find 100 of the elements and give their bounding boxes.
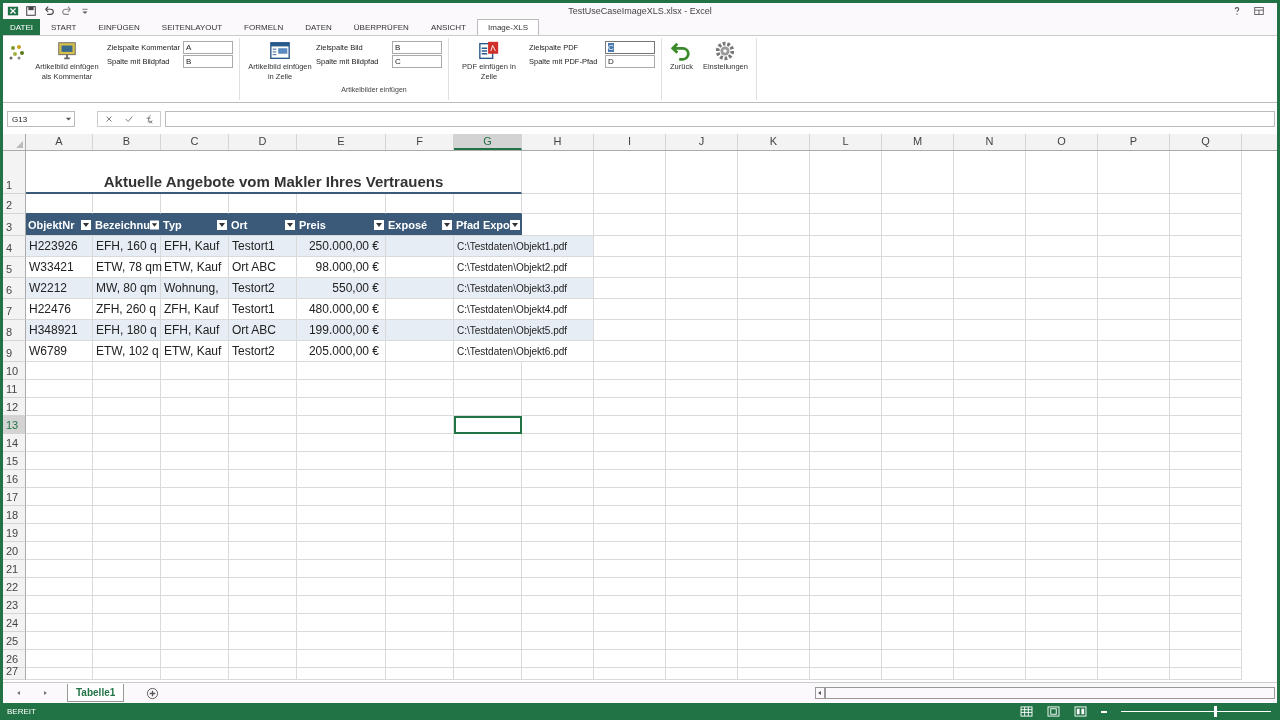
grid-cell[interactable] [522,434,594,452]
grid-cell[interactable] [161,434,229,452]
grid-cell[interactable] [1098,299,1170,320]
grid-cell[interactable] [26,596,93,614]
grid-cell[interactable] [1170,434,1242,452]
grid-cell[interactable] [954,560,1026,578]
grid-cell[interactable] [93,632,161,650]
table-header[interactable]: Exposé [386,214,454,236]
grid-cell[interactable] [594,434,666,452]
grid-cell[interactable] [1098,488,1170,506]
ribbon-tab[interactable]: DATEI [3,19,40,35]
enter-icon[interactable] [124,114,134,124]
grid-cell[interactable] [594,151,666,194]
grid-cell[interactable] [666,542,738,560]
grid-cell[interactable] [454,560,522,578]
grid-cell[interactable] [297,560,386,578]
grid-cell[interactable] [882,278,954,299]
undo-icon[interactable] [43,5,55,17]
grid-cell[interactable] [810,596,882,614]
grid-cell[interactable] [1026,341,1098,362]
grid-cell[interactable] [738,524,810,542]
grid-cell[interactable] [161,452,229,470]
ribbon-tab[interactable]: Image-XLS [477,19,540,35]
grid-cell[interactable] [1170,614,1242,632]
row-header[interactable]: 26 [3,650,26,668]
grid-cell[interactable] [161,416,229,434]
grid-cell[interactable] [93,380,161,398]
grid-cell[interactable] [1098,398,1170,416]
grid-cell[interactable] [666,214,738,236]
row-header[interactable]: 10 [3,362,26,380]
grid-cell[interactable] [954,151,1026,194]
grid-cell[interactable] [666,614,738,632]
column-header[interactable]: C [161,134,229,150]
grid-cell[interactable] [954,470,1026,488]
row-header[interactable]: 5 [3,257,26,278]
table-header[interactable]: Typ [161,214,229,236]
row-header[interactable]: 11 [3,380,26,398]
grid-cell[interactable] [386,560,454,578]
select-all-icon[interactable] [16,141,23,148]
grid-cell[interactable] [386,596,454,614]
grid-cell[interactable] [26,452,93,470]
grid-cell[interactable] [882,398,954,416]
grid-cell[interactable] [1170,470,1242,488]
grid-cell[interactable] [738,596,810,614]
grid-cell[interactable] [161,542,229,560]
row-header[interactable]: 1 [3,151,26,194]
grid-cell[interactable] [297,416,386,434]
grid-cell[interactable] [386,650,454,668]
grid-cell[interactable] [882,506,954,524]
grid-cell[interactable] [666,236,738,257]
filter-dropdown-icon[interactable] [374,219,384,230]
grid-cell[interactable] [93,542,161,560]
ribbon-display-icon[interactable] [1253,5,1265,17]
grid-cell[interactable] [666,299,738,320]
grid-cell[interactable] [386,470,454,488]
grid-cell[interactable] [594,560,666,578]
grid-cell[interactable] [93,506,161,524]
grid-cell[interactable] [954,434,1026,452]
grid-cell[interactable] [594,194,666,214]
grid-cell[interactable] [882,596,954,614]
table-header[interactable]: Bezeichnu [93,214,161,236]
name-box[interactable]: G13 [7,111,75,127]
grid-cell[interactable] [297,668,386,680]
grid-cell[interactable] [666,278,738,299]
grid-cell[interactable] [810,434,882,452]
grid-cell[interactable] [666,257,738,278]
grid-cell[interactable] [594,236,666,257]
table-cell[interactable]: EFH, Kauf [161,236,229,257]
column-header[interactable]: Q [1170,134,1242,150]
grid-cell[interactable] [1098,452,1170,470]
grid-cell[interactable] [882,542,954,560]
grid-cell[interactable] [594,668,666,680]
filter-dropdown-icon[interactable] [150,219,159,230]
row-header[interactable]: 27 [3,668,26,680]
grid-cell[interactable] [666,650,738,668]
grid-cell[interactable] [1026,524,1098,542]
grid-cell[interactable] [1026,506,1098,524]
grid-cell[interactable] [738,560,810,578]
grid-cell[interactable] [454,452,522,470]
ribbon-tab[interactable]: EINFÜGEN [87,19,151,35]
grid-cell[interactable] [1098,542,1170,560]
grid-cell[interactable] [810,380,882,398]
grid-cell[interactable] [161,506,229,524]
column-header[interactable]: E [297,134,386,150]
grid-cell[interactable] [1170,341,1242,362]
grid-cell[interactable] [1098,434,1170,452]
grid-cell[interactable] [1098,578,1170,596]
grid-cell[interactable] [297,488,386,506]
grid-cell[interactable] [93,488,161,506]
grid-cell[interactable] [1026,416,1098,434]
grid-cell[interactable] [666,524,738,542]
grid-cell[interactable] [1026,362,1098,380]
grid-cell[interactable] [522,488,594,506]
grid-cell[interactable] [93,614,161,632]
grid-cell[interactable] [810,257,882,278]
grid-cell[interactable] [882,650,954,668]
grid-cell[interactable] [954,542,1026,560]
grid-cell[interactable] [1026,488,1098,506]
grid-cell[interactable] [810,632,882,650]
grid-cell[interactable] [161,524,229,542]
